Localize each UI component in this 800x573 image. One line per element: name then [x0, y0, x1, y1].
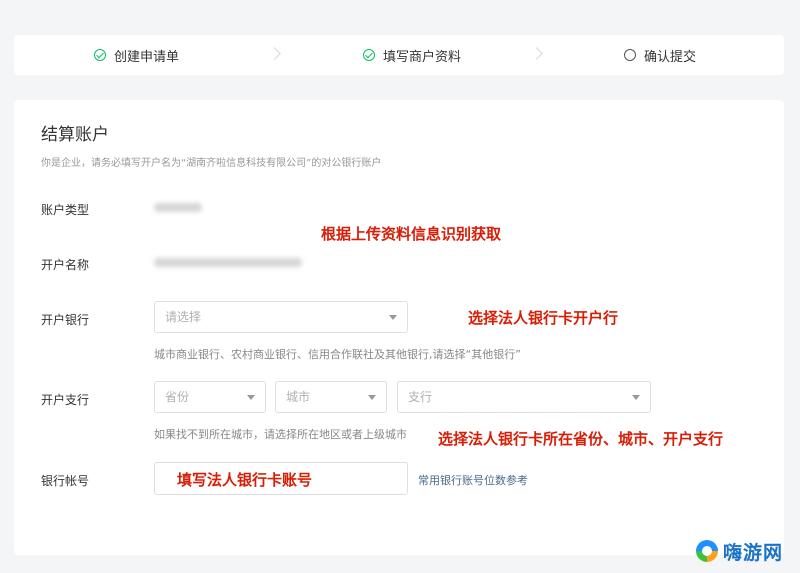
section-subtitle: 你是企业，请务必填写开户名为“湖南齐啦信息科技有限公司”的对公银行账户 — [41, 158, 382, 169]
check-circle-icon — [363, 49, 375, 61]
province-select[interactable]: 省份 — [154, 381, 266, 413]
watermark-text: 嗨游网 — [723, 541, 784, 564]
chevron-right-icon — [530, 47, 543, 60]
bank-select[interactable]: 请选择 — [154, 301, 408, 333]
step-create-application: 创建申请单 — [94, 35, 179, 75]
caret-down-icon — [632, 395, 640, 400]
account-number-label: 银行帐号 — [41, 474, 90, 488]
watermark: 嗨游网 — [696, 538, 783, 564]
annotation-fill-account: 填写法人银行卡账号 — [177, 471, 313, 489]
bank-select-placeholder: 请选择 — [165, 310, 202, 324]
chevron-right-icon — [268, 47, 281, 60]
section-title: 结算账户 — [41, 125, 109, 145]
account-type-label: 账户类型 — [41, 203, 90, 217]
annotation-select-branch: 选择法人银行卡所在省份、城市、开户支行 — [438, 430, 724, 448]
branch-label: 开户支行 — [41, 393, 90, 407]
branch-select-placeholder: 支行 — [408, 390, 433, 404]
province-select-placeholder: 省份 — [165, 390, 190, 404]
account-type-value-blurred — [154, 203, 202, 212]
step-label: 填写商户资料 — [383, 49, 462, 65]
step-progress-bar: 创建申请单 填写商户资料 确认提交 — [14, 35, 784, 75]
bank-hint: 城市商业银行、农村商业银行、信用合作联社及其他银行,请选择“其他银行” — [154, 348, 521, 361]
step-confirm-submit: 确认提交 — [624, 35, 696, 75]
brand-logo-icon — [696, 540, 718, 562]
city-select[interactable]: 城市 — [275, 381, 387, 413]
city-select-placeholder: 城市 — [286, 390, 311, 404]
caret-down-icon — [368, 395, 376, 400]
account-number-reference-link[interactable]: 常用银行账号位数参考 — [418, 472, 528, 488]
bank-label: 开户银行 — [41, 313, 90, 327]
step-label: 创建申请单 — [114, 49, 180, 65]
settlement-account-panel: 结算账户 你是企业，请务必填写开户名为“湖南齐啦信息科技有限公司”的对公银行账户… — [14, 100, 784, 555]
caret-down-icon — [389, 315, 397, 320]
step-fill-merchant-info: 填写商户资料 — [363, 35, 461, 75]
account-name-label: 开户名称 — [41, 258, 90, 272]
branch-hint: 如果找不到所在城市，请选择所在地区或者上级城市 — [154, 428, 407, 441]
annotation-auto-fill: 根据上传资料信息识别获取 — [321, 225, 502, 243]
caret-down-icon — [247, 395, 255, 400]
branch-select[interactable]: 支行 — [397, 381, 651, 413]
check-circle-icon — [94, 49, 106, 61]
step-label: 确认提交 — [644, 49, 697, 65]
annotation-select-bank: 选择法人银行卡开户行 — [468, 309, 619, 327]
account-name-value-blurred — [154, 258, 302, 267]
circle-icon — [624, 49, 636, 61]
